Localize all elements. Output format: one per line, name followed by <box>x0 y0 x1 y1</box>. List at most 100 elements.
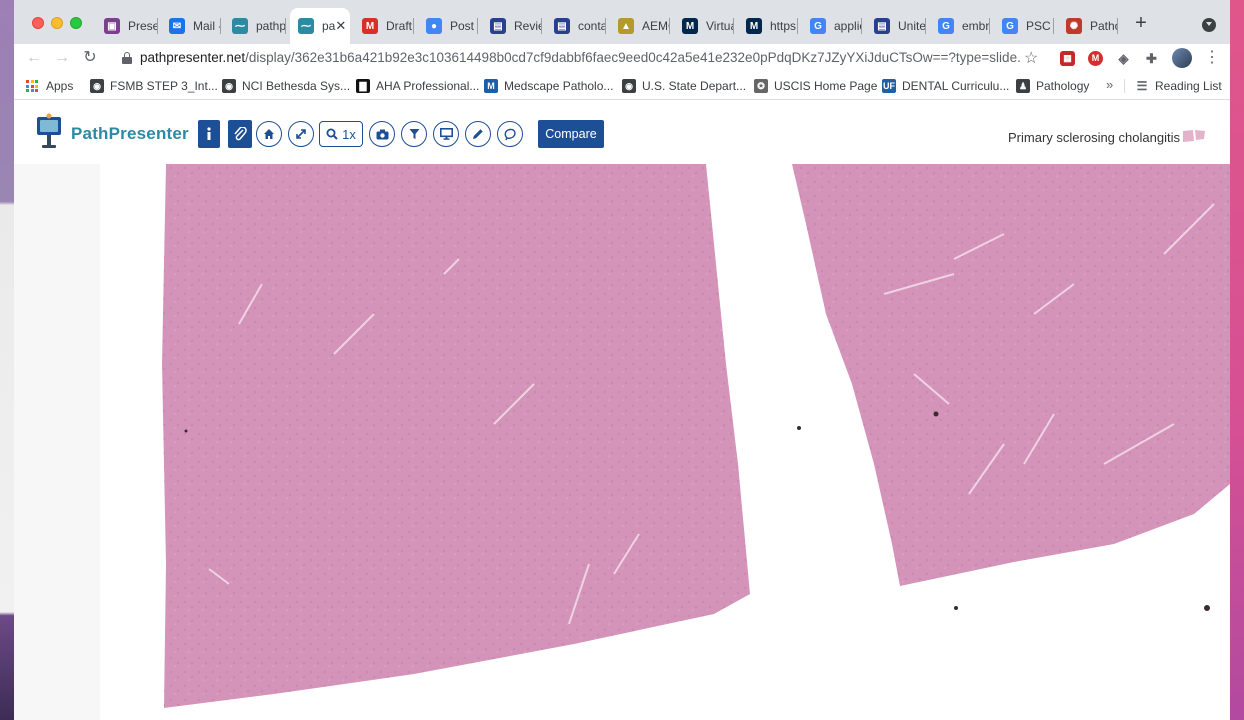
tab-separator <box>1117 18 1118 34</box>
bookmark-item[interactable]: ◉ FSMB STEP 3_Int... <box>90 77 218 95</box>
forward-button[interactable]: → <box>52 48 72 68</box>
bookmark-item[interactable]: M Medscape Patholo... <box>484 77 613 95</box>
tab-label: pa <box>322 19 336 33</box>
browser-tab[interactable]: M Draft <box>354 8 414 44</box>
browser-tab[interactable]: Gapplic <box>802 8 862 44</box>
bookmark-item[interactable]: ✪ USCIS Home Page <box>754 77 877 95</box>
browser-tab[interactable]: ▤ Unite <box>866 8 926 44</box>
extension-icon-1[interactable]: ▦ <box>1060 51 1075 66</box>
zoom-button[interactable]: 1x <box>319 121 363 147</box>
tab-search-icon[interactable] <box>1202 18 1216 32</box>
tab-separator <box>989 18 990 34</box>
bookmark-label: Medscape Patholo... <box>504 79 614 93</box>
tab-favicon-icon: ▣ <box>104 18 120 34</box>
reload-button[interactable]: ↻ <box>80 48 100 68</box>
shield-extension-icon[interactable]: ◈ <box>1116 51 1131 66</box>
profile-avatar[interactable] <box>1172 48 1192 68</box>
home-button[interactable] <box>256 121 282 147</box>
browser-tab[interactable]: G PSC s <box>994 8 1054 44</box>
tab-label: Unite <box>898 19 926 33</box>
tab-favicon-icon: G <box>1002 18 1018 34</box>
browser-tab[interactable]: ▣ Prese <box>96 8 158 44</box>
browser-window: ▣ Prese ✉ Mail - ⁓ pathp ⁓ pa✕ M Draft ● Post a ▤ Rev… <box>14 0 1230 720</box>
tab-favicon-icon: M <box>746 18 762 34</box>
bookmarks-overflow-button[interactable]: » <box>1106 77 1113 92</box>
browser-tab[interactable]: M Virtua <box>674 8 734 44</box>
browser-tab[interactable]: ✉ Mail - <box>161 8 221 44</box>
browser-tab[interactable]: ✺ Patho <box>1058 8 1118 44</box>
tab-label: Revie <box>514 19 542 33</box>
slide-thumbnail-icon[interactable] <box>1182 129 1206 143</box>
puzzle-extensions-icon[interactable]: ✚ <box>1144 51 1159 66</box>
zoom-window-button[interactable] <box>70 17 82 29</box>
lasso-icon <box>504 128 516 140</box>
pathpresenter-logo-icon <box>37 113 61 148</box>
snapshot-button[interactable] <box>369 121 395 147</box>
tab-separator <box>220 18 221 34</box>
tab-favicon-icon: G <box>810 18 826 34</box>
compare-button[interactable]: Compare <box>538 120 604 148</box>
minimize-window-button[interactable] <box>51 17 63 29</box>
annotate-button[interactable] <box>228 120 252 148</box>
bookmarks-divider <box>1124 79 1125 93</box>
tab-separator <box>861 18 862 34</box>
tab-separator <box>285 18 286 34</box>
tab-favicon-icon: ▤ <box>490 18 506 34</box>
lock-icon[interactable] <box>122 52 132 64</box>
fullscreen-button[interactable] <box>288 121 314 147</box>
browser-tab[interactable]: ▲ AEMC <box>610 8 670 44</box>
browser-tab[interactable]: ⁓ pathp <box>224 8 286 44</box>
new-tab-button[interactable]: + <box>1132 13 1150 33</box>
bookmark-item[interactable]: ◉ NCI Bethesda Sys... <box>222 77 350 95</box>
bookmark-star-icon[interactable]: ☆ <box>1024 48 1038 68</box>
browser-tab[interactable]: ▤ Revie <box>482 8 542 44</box>
tab-favicon-icon: ● <box>426 18 442 34</box>
bookmark-label: DENTAL Curriculu... <box>902 79 1010 93</box>
bookmark-label: FSMB STEP 3_Int... <box>110 79 218 93</box>
draw-button[interactable] <box>465 121 491 147</box>
bookmark-item[interactable]: ♟ Pathology <box>1016 77 1089 95</box>
close-window-button[interactable] <box>32 17 44 29</box>
extension-icon-2[interactable]: M <box>1088 51 1103 66</box>
bookmark-item[interactable]: ▇ AHA Professional... <box>356 77 479 95</box>
slide-viewer[interactable] <box>14 164 1230 720</box>
tab-separator <box>541 18 542 34</box>
bookmarks-bar: Apps ◉ FSMB STEP 3_Int... ◉ NCI Bethesda Sy… <box>14 72 1230 100</box>
bookmark-favicon-icon: ▇ <box>356 79 370 93</box>
url-field[interactable]: pathpresenter.net/display/362e31b6a421b9… <box>140 50 1020 65</box>
bookmark-favicon-icon: M <box>484 79 498 93</box>
paperclip-icon <box>234 127 247 141</box>
tab-label: Mail - <box>193 19 221 33</box>
freehand-button[interactable] <box>497 121 523 147</box>
desktop-right-edge <box>1230 0 1244 720</box>
tab-label: embr <box>962 19 990 33</box>
tab-close-icon[interactable]: ✕ <box>335 18 346 34</box>
tab-favicon-icon: ▤ <box>874 18 890 34</box>
url-host: pathpresenter.net <box>140 50 246 65</box>
browser-tab[interactable]: ⁓ pa ✕ <box>290 8 350 44</box>
bookmark-label: NCI Bethesda Sys... <box>242 79 351 93</box>
camera-icon <box>376 129 388 139</box>
info-button[interactable] <box>198 120 220 148</box>
bookmark-apps[interactable]: Apps <box>26 77 73 95</box>
filter-button[interactable] <box>401 121 427 147</box>
presentation-button[interactable] <box>433 121 459 147</box>
brand-name: PathPresenter <box>71 124 189 143</box>
reading-list-button[interactable]: ☰ Reading List <box>1135 77 1222 95</box>
browser-menu-icon[interactable]: ⋮ <box>1204 48 1220 68</box>
bookmark-favicon-icon: UF <box>882 79 896 93</box>
bookmark-favicon-icon: ✪ <box>754 79 768 93</box>
bookmark-favicon-icon: ♟ <box>1016 79 1030 93</box>
bookmark-item[interactable]: UF DENTAL Curriculu... <box>882 77 1009 95</box>
browser-tab[interactable]: ● Post a <box>418 8 478 44</box>
browser-tab[interactable]: Gembr <box>930 8 990 44</box>
tab-separator <box>797 18 798 34</box>
zoom-level: 1x <box>342 126 356 142</box>
browser-tab[interactable]: ▤ conta <box>546 8 606 44</box>
tissue-section-image[interactable] <box>14 164 1230 720</box>
back-button[interactable]: ← <box>24 48 44 68</box>
browser-tab[interactable]: Mhttps <box>738 8 798 44</box>
tab-favicon-icon: ▤ <box>554 18 570 34</box>
bookmark-item[interactable]: ◉ U.S. State Depart... <box>622 77 746 95</box>
tab-label: Patho <box>1090 19 1118 33</box>
